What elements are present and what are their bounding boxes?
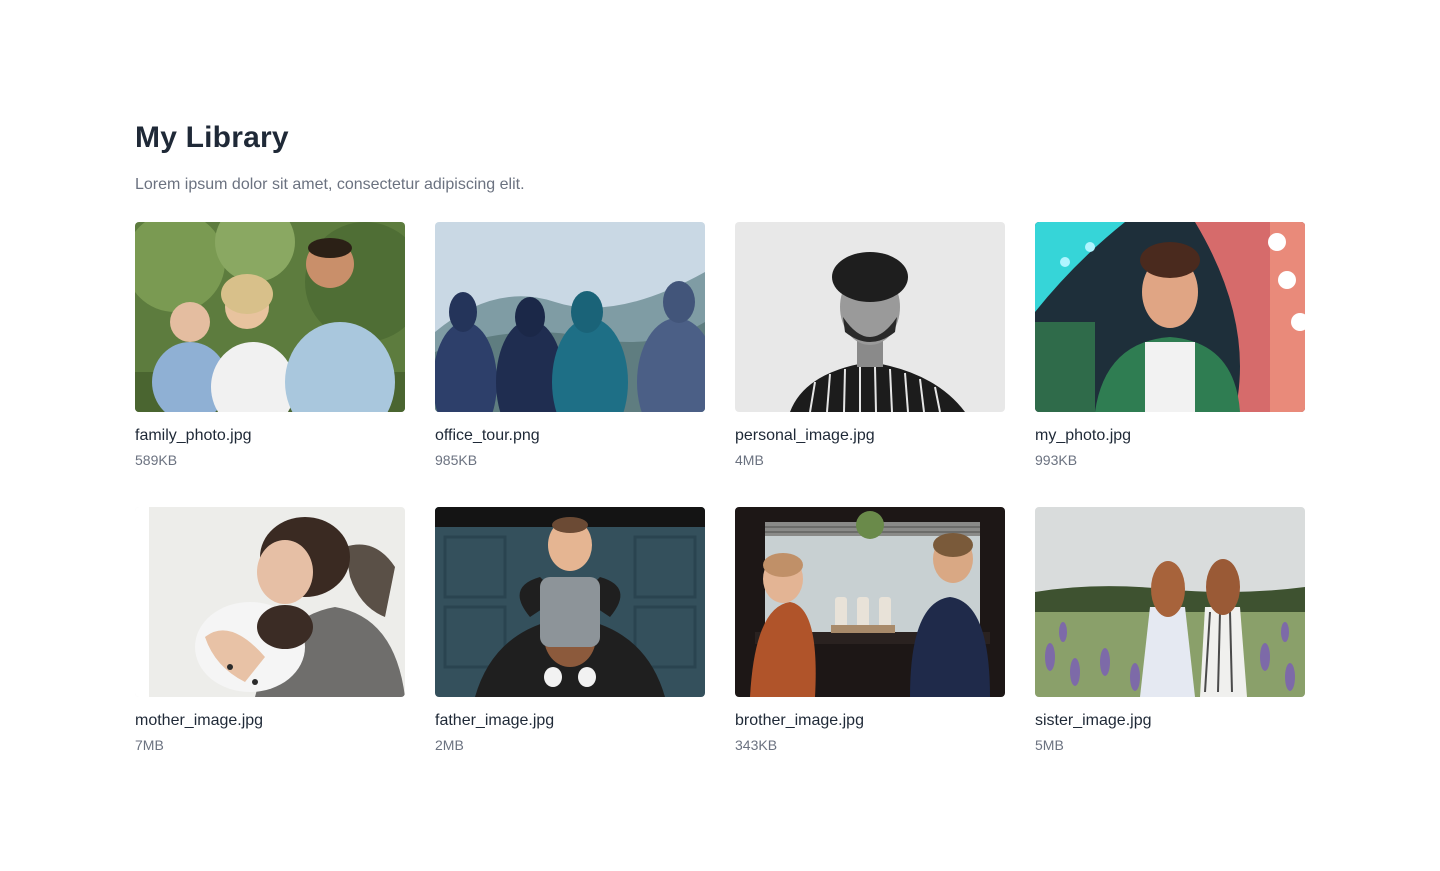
image-card[interactable]: office_tour.png 985KB xyxy=(435,222,705,469)
image-thumbnail[interactable] xyxy=(135,507,405,697)
file-size: 7MB xyxy=(135,737,164,753)
image-grid: family_photo.jpg 589KB office_tour.png 9… xyxy=(135,222,1305,754)
image-card[interactable]: sister_image.jpg 5MB xyxy=(1035,507,1305,754)
image-card[interactable]: mother_image.jpg 7MB xyxy=(135,507,405,754)
library-header: My Library Lorem ipsum dolor sit amet, c… xyxy=(135,120,1305,195)
image-card[interactable]: father_image.jpg 2MB xyxy=(435,507,705,754)
file-name: sister_image.jpg xyxy=(1035,712,1152,729)
file-size: 343KB xyxy=(735,737,778,753)
library-page: My Library Lorem ipsum dolor sit amet, c… xyxy=(0,0,1440,871)
page-title: My Library xyxy=(135,121,289,154)
file-size: 985KB xyxy=(435,452,478,468)
image-card[interactable]: personal_image.jpg 4MB xyxy=(735,222,1005,469)
file-name: office_tour.png xyxy=(435,427,540,444)
file-name: personal_image.jpg xyxy=(735,427,875,444)
file-size: 2MB xyxy=(435,737,464,753)
image-thumbnail[interactable] xyxy=(735,507,1005,697)
image-card[interactable]: family_photo.jpg 589KB xyxy=(135,222,405,469)
file-size: 993KB xyxy=(1035,452,1078,468)
image-thumbnail[interactable] xyxy=(735,222,1005,412)
file-size: 4MB xyxy=(735,452,764,468)
file-name: mother_image.jpg xyxy=(135,712,264,729)
file-name: my_photo.jpg xyxy=(1035,427,1132,444)
image-thumbnail[interactable] xyxy=(435,222,705,412)
image-thumbnail[interactable] xyxy=(1035,222,1305,412)
image-thumbnail[interactable] xyxy=(135,222,405,412)
file-size: 5MB xyxy=(1035,737,1064,753)
page-subtitle: Lorem ipsum dolor sit amet, consectetur … xyxy=(135,176,525,193)
image-thumbnail[interactable] xyxy=(435,507,705,697)
file-size: 589KB xyxy=(135,452,178,468)
image-card[interactable]: brother_image.jpg 343KB xyxy=(735,507,1005,754)
image-card[interactable]: my_photo.jpg 993KB xyxy=(1035,222,1305,469)
file-name: father_image.jpg xyxy=(435,712,555,729)
image-thumbnail[interactable] xyxy=(1035,507,1305,697)
file-name: brother_image.jpg xyxy=(735,712,864,729)
file-name: family_photo.jpg xyxy=(135,427,252,444)
